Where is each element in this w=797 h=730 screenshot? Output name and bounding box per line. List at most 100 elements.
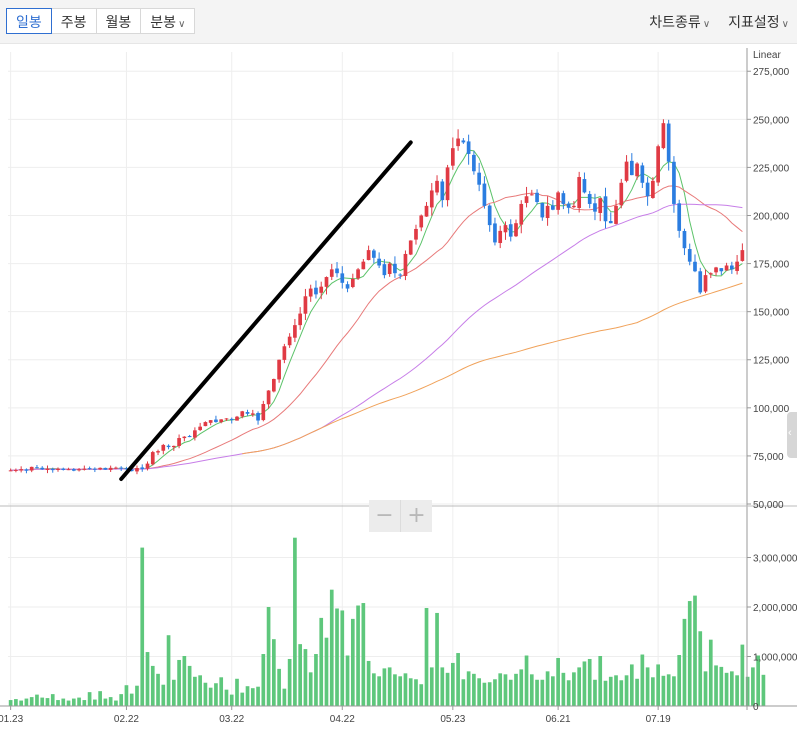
candle-body xyxy=(329,269,334,277)
volume-bar xyxy=(751,667,755,706)
candle-body xyxy=(672,161,676,204)
candle-body xyxy=(219,419,224,423)
candle-body xyxy=(450,148,455,166)
price-tick-label: 75,000 xyxy=(753,452,784,463)
volume-tick-label: 2,000,000 xyxy=(753,603,797,614)
candle-body xyxy=(177,438,181,446)
volume-bar xyxy=(666,674,671,706)
x-tick-label: 07.19 xyxy=(646,714,671,725)
volume-bar xyxy=(208,687,213,706)
chart-settings-menu: 차트종류 ∨ 지표설정 ∨ xyxy=(631,12,789,32)
ma5-line xyxy=(10,149,743,471)
volume-bar xyxy=(61,698,66,706)
candle-body xyxy=(740,250,745,261)
candle-body xyxy=(261,403,266,421)
candle-body xyxy=(466,141,471,154)
candle-body xyxy=(403,253,408,276)
volume-bar xyxy=(372,673,376,706)
candle-body xyxy=(587,194,592,204)
volume-bar xyxy=(640,654,645,706)
candle-body xyxy=(487,205,492,226)
volume-bar xyxy=(429,667,434,706)
tab-monthly[interactable]: 월봉 xyxy=(95,8,142,34)
x-tick-label: 01.23 xyxy=(0,714,24,725)
volume-bar xyxy=(603,680,608,706)
volume-bar xyxy=(645,667,650,706)
candle-body xyxy=(714,267,718,273)
candle-body xyxy=(472,154,476,172)
candle-body xyxy=(456,138,460,147)
volume-bar xyxy=(629,664,634,706)
volume-bar xyxy=(556,657,560,706)
candle-body xyxy=(366,250,371,261)
candle-body xyxy=(703,275,708,292)
candle-body xyxy=(377,258,381,266)
volume-bar xyxy=(514,673,518,706)
zoom-out-button[interactable]: − xyxy=(369,500,400,532)
candle-body xyxy=(272,378,276,392)
indicator-settings-menu[interactable]: 지표설정 ∨ xyxy=(728,12,789,32)
candle-body xyxy=(135,468,139,472)
candle-body xyxy=(735,261,739,271)
candle-body xyxy=(572,205,576,208)
zoom-in-button[interactable]: + xyxy=(400,500,432,532)
candle-body xyxy=(419,215,424,228)
volume-bar xyxy=(577,667,582,706)
volume-bar xyxy=(735,675,739,706)
volume-bar xyxy=(93,699,97,706)
volume-bar xyxy=(229,694,234,706)
candle-body xyxy=(435,180,439,193)
tab-weekly[interactable]: 주봉 xyxy=(50,8,97,34)
candle-body xyxy=(187,436,192,438)
chart-type-label: 차트종류 xyxy=(649,14,701,30)
candle-body xyxy=(108,467,113,470)
price-tick-label: 100,000 xyxy=(753,404,790,415)
chart-type-menu[interactable]: 차트종류 ∨ xyxy=(649,12,710,32)
candle-body xyxy=(161,444,166,451)
candle-body xyxy=(424,205,429,217)
price-tick-label: 125,000 xyxy=(753,356,790,367)
candle-body xyxy=(98,467,102,470)
tab-minute[interactable]: 분봉 ∨ xyxy=(140,8,196,34)
chart-area[interactable]: 50,000 75,000 100,000 125,000 150,000 175,000… xyxy=(0,44,797,730)
candle-body xyxy=(335,268,339,274)
candle-body xyxy=(372,250,376,258)
candle-body xyxy=(214,419,218,423)
volume-bar xyxy=(561,672,566,706)
panel-toggle-handle[interactable]: ‹ xyxy=(787,412,797,458)
tab-minute-label: 분봉 xyxy=(150,14,177,30)
candle-body xyxy=(503,225,508,233)
volume-bar xyxy=(719,666,724,706)
volume-bar xyxy=(703,671,708,706)
volume-bar xyxy=(324,637,329,706)
candle-body xyxy=(71,469,76,471)
candle-body xyxy=(171,445,176,448)
volume-bar xyxy=(219,677,224,706)
volume-bar xyxy=(56,700,60,706)
price-tick-label: 250,000 xyxy=(753,115,790,126)
volume-bar xyxy=(203,682,208,706)
candle-body xyxy=(629,160,634,176)
volume-bar xyxy=(224,689,229,706)
volume-bar xyxy=(156,673,160,706)
candle-body xyxy=(93,468,97,470)
volume-bar xyxy=(77,697,81,706)
ma20-line xyxy=(10,185,743,471)
volume-bar xyxy=(661,675,666,706)
volume-bar xyxy=(414,679,418,706)
candle-body xyxy=(382,264,387,276)
candle-body xyxy=(229,418,234,420)
candle-body xyxy=(598,198,603,213)
candle-body xyxy=(29,466,34,471)
candle-body xyxy=(540,203,545,218)
indicator-settings-label: 지표설정 xyxy=(728,14,780,30)
volume-tick-label: 3,000,000 xyxy=(753,554,797,565)
volume-bar xyxy=(529,674,534,706)
volume-bar xyxy=(493,679,497,706)
volume-bar xyxy=(256,686,260,706)
candle-body xyxy=(224,418,229,420)
chevron-down-icon: ∨ xyxy=(702,19,711,30)
candle-body xyxy=(56,468,60,470)
volume-bar xyxy=(272,639,276,706)
tab-daily[interactable]: 일봉 xyxy=(6,8,52,34)
